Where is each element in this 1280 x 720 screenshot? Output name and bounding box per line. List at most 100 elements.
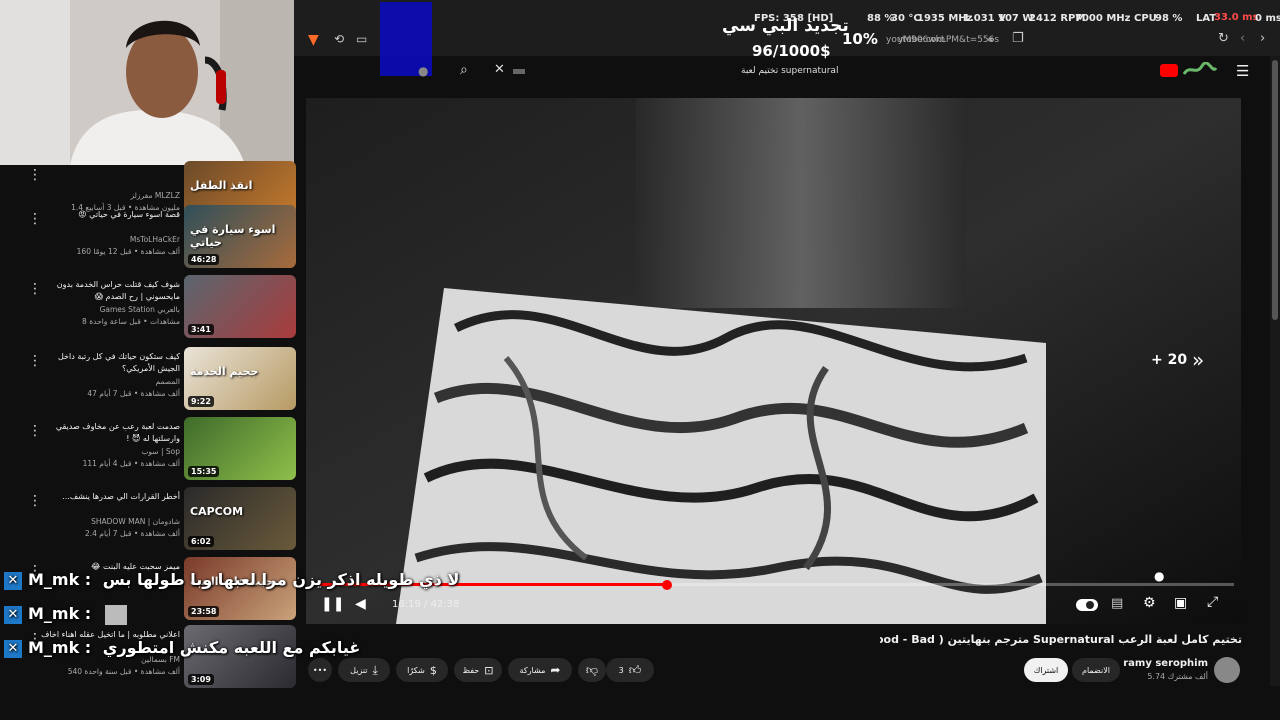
seek-forward-icon[interactable]: » [1192,348,1204,372]
video-meta: 47 ألف مشاهدة • قبل 7 أيام [87,389,180,398]
thumbnail-text: اسوء سيارة في حياتي [190,223,276,249]
more-options-icon[interactable]: ⋮ [28,281,42,297]
hud-cpu-pct: 98 % [1155,13,1183,24]
chat-line-3: ✕ M_mk : غيابكم مع اللعبه مكنش امتطوري [4,638,360,660]
time-display: 16:19 / 42:38 [392,599,459,610]
subtitles-icon[interactable]: ▤ [1111,596,1123,611]
save-icon: ⊡ [484,663,494,677]
channel-name[interactable]: SHADOW MAN | شادومان [40,517,180,526]
thanks-label: شكرًا [407,665,425,675]
link-icon[interactable]: ⚭ [986,33,996,47]
list-item[interactable]: اسوء سيارة في حياتي 46:28 قصة اسوء سيارة ف… [0,203,300,271]
time-separator: / [420,599,431,610]
channel-name[interactable]: MsToLHaCkEr [40,235,180,244]
share-button[interactable]: مشاركة ➦ [508,658,572,682]
download-button[interactable]: تنزيل ⤓ [338,658,390,682]
chat-user: M_mk : [28,638,92,657]
more-options-icon[interactable]: ⋮ [28,211,42,227]
thumbs-down-icon: 👎︎ [585,662,599,677]
video-thumbnail[interactable]: اسوء سيارة في حياتي 46:28 [184,205,296,268]
chat-badge-icon: ✕ [4,571,22,590]
reload-icon[interactable]: ↻ [1218,31,1229,46]
join-button[interactable]: الانضمام [1072,658,1120,682]
miniplayer-icon[interactable]: ▣ [1174,595,1187,611]
autoplay-toggle[interactable] [1076,599,1098,611]
url-tail[interactable]: yM906wkLPM&t=556s [898,35,999,45]
video-player[interactable]: + 20 » [306,98,1241,624]
donation-amount: 96/1000$ [752,42,831,60]
bookmark-icon[interactable]: ❐ [1012,31,1024,46]
more-icon: ••• [312,665,328,675]
more-options-icon[interactable]: ⋮ [28,423,42,439]
avatar[interactable] [1214,657,1240,683]
dislike-button[interactable]: 👎︎ [578,658,606,682]
like-count: 3 [618,665,624,675]
more-options-icon[interactable]: ⋮ [28,353,42,369]
video-meta: 2.4 ألف مشاهدة • قبل 7 أيام [84,529,180,538]
channel-name[interactable]: مفرزلز MLZLZ [40,191,181,200]
chat-user: M_mk : [28,604,92,623]
subscribe-label: اشتراك [1033,665,1059,675]
thumbs-up-icon: 👍︎ [628,662,642,677]
video-title[interactable]: شوف كيف قتلت حراس الخدمة بدون مايحسوني |… [40,279,180,303]
chat-message: غيابكم مع اللعبه مكنش امتطوري [102,638,361,657]
thumbnail-text: انقذ الطفل [190,179,253,192]
back-icon[interactable]: ‹ [1240,31,1245,46]
video-meta: 160 ألف مشاهدة • قبل 12 يومًا [76,247,180,256]
channel-name[interactable]: المصمم [40,377,180,386]
save-button[interactable]: حفظ ⊡ [454,658,502,682]
channel-name[interactable]: سوب | Sop [40,447,180,456]
history-icon[interactable]: ⟲ [334,32,344,46]
video-title: تختيم كامل لعبة الرعب Supernatural مترجم… [880,633,1242,646]
stream-mic-icon: ● [1154,569,1165,583]
channel-name[interactable]: Games Station بالعربي [40,305,180,314]
hud-lat-b: 0 ms [1255,13,1280,24]
video-title[interactable]: كيف ستكون حياتك في كل رتبة داخل الجيش ال… [40,351,180,375]
volume-icon[interactable]: ◀ [355,596,366,612]
time-current: 16:19 [392,599,421,610]
scrollbar-thumb[interactable] [1272,60,1278,320]
donation-percent: 10% [842,30,878,48]
mic-icon[interactable]: ● [418,64,428,78]
subscribe-button[interactable]: اشتراك [1024,658,1068,682]
forward-icon[interactable]: › [1260,31,1265,46]
list-item[interactable]: CAPCOM 6:02 أخطر القرارات الي صدرها ينشف..… [0,485,300,553]
chat-badge-icon: ✕ [4,639,22,658]
video-title[interactable]: قصة اسوء سيارة في حياتي 😡 [40,209,180,221]
clear-search-icon[interactable]: ✕ [494,62,505,77]
hud-cpu: CPU [1134,13,1157,24]
thanks-icon: $ [429,663,437,677]
hud-lat-val: 33.0 ms [1214,12,1259,23]
video-title[interactable]: أخطر القرارات الي صدرها ينشف... [40,491,180,503]
chat-emote [104,604,127,625]
keyboard-icon[interactable] [513,69,525,74]
more-options-icon[interactable]: ⋮ [28,493,42,509]
search-icon[interactable]: ⌕ [460,62,468,78]
video-title[interactable]: صدمت لعبة رعب عن مخاوف صديقي وارسلتها له… [40,421,180,445]
list-item[interactable]: 15:35 صدمت لعبة رعب عن مخاوف صديقي وارسلت… [0,415,300,483]
thumbnail-text: جحيم الخدمة [190,365,259,378]
video-thumbnail[interactable]: 3:41 [184,275,296,338]
download-label: تنزيل [350,665,368,675]
brave-icon[interactable]: ▼ [308,32,319,48]
like-button[interactable]: 3 👍︎ [606,658,654,682]
list-item[interactable]: 3:41 شوف كيف قتلت حراس الخدمة بدون مايحسو… [0,273,300,341]
more-actions-button[interactable]: ••• [308,658,332,682]
seek-forward-label: + 20 [1151,352,1188,368]
screen-icon[interactable]: ▭ [356,32,367,46]
more-options-icon[interactable]: ⋮ [28,167,42,183]
thanks-button[interactable]: شكرًا $ [396,658,448,682]
video-thumbnail[interactable]: CAPCOM 6:02 [184,487,296,550]
video-thumbnail[interactable]: 15:35 [184,417,296,480]
duration-badge: 6:02 [188,536,214,547]
webcam-feed [0,0,294,165]
list-item[interactable]: جحيم الخدمة 9:22 كيف ستكون حياتك في كل رتب… [0,345,300,413]
settings-gear-icon[interactable]: ⚙ [1143,595,1156,611]
page-scrollbar[interactable] [1270,56,1280,686]
menu-icon[interactable]: ☰ [1236,62,1249,80]
youtube-logo-icon[interactable] [1160,64,1178,77]
video-thumbnail[interactable]: جحيم الخدمة 9:22 [184,347,296,410]
chat-badge-icon: ✕ [4,605,22,624]
pause-icon[interactable]: ❚❚ [321,596,344,612]
fullscreen-icon[interactable]: ⤢ [1207,594,1218,610]
